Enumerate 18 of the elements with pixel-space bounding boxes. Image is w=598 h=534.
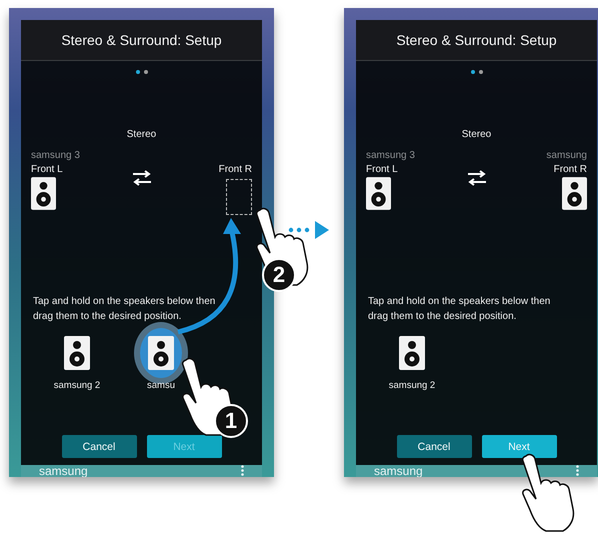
speaker-name: samsung — [546, 150, 587, 162]
instruction-text: Tap and hold on the speakers below then drag them to the desired position. — [33, 295, 216, 324]
position-label: Front R — [554, 164, 587, 175]
mode-label: Stereo — [462, 129, 492, 140]
speaker-name: samsu — [147, 380, 175, 391]
speaker-name: samsung 2 — [388, 380, 436, 391]
position-label: Front R — [218, 164, 252, 175]
speaker-name: samsung 2 — [54, 380, 100, 391]
instruction-text: Tap and hold on the speakers below then drag them to the desired position. — [368, 295, 552, 324]
dialog-title: Stereo & Surround: Setup — [61, 32, 222, 48]
cancel-button[interactable]: Cancel — [396, 435, 472, 458]
mode-label: Stereo — [126, 129, 156, 140]
speaker-name: samsung 3 — [366, 150, 415, 162]
position-label: Front L — [31, 164, 63, 175]
position-label: Front L — [366, 164, 398, 175]
dialog-title: Stereo & Surround: Setup — [396, 32, 557, 48]
cancel-button[interactable]: Cancel — [62, 435, 136, 458]
speaker-name: samsung 3 — [31, 150, 80, 162]
